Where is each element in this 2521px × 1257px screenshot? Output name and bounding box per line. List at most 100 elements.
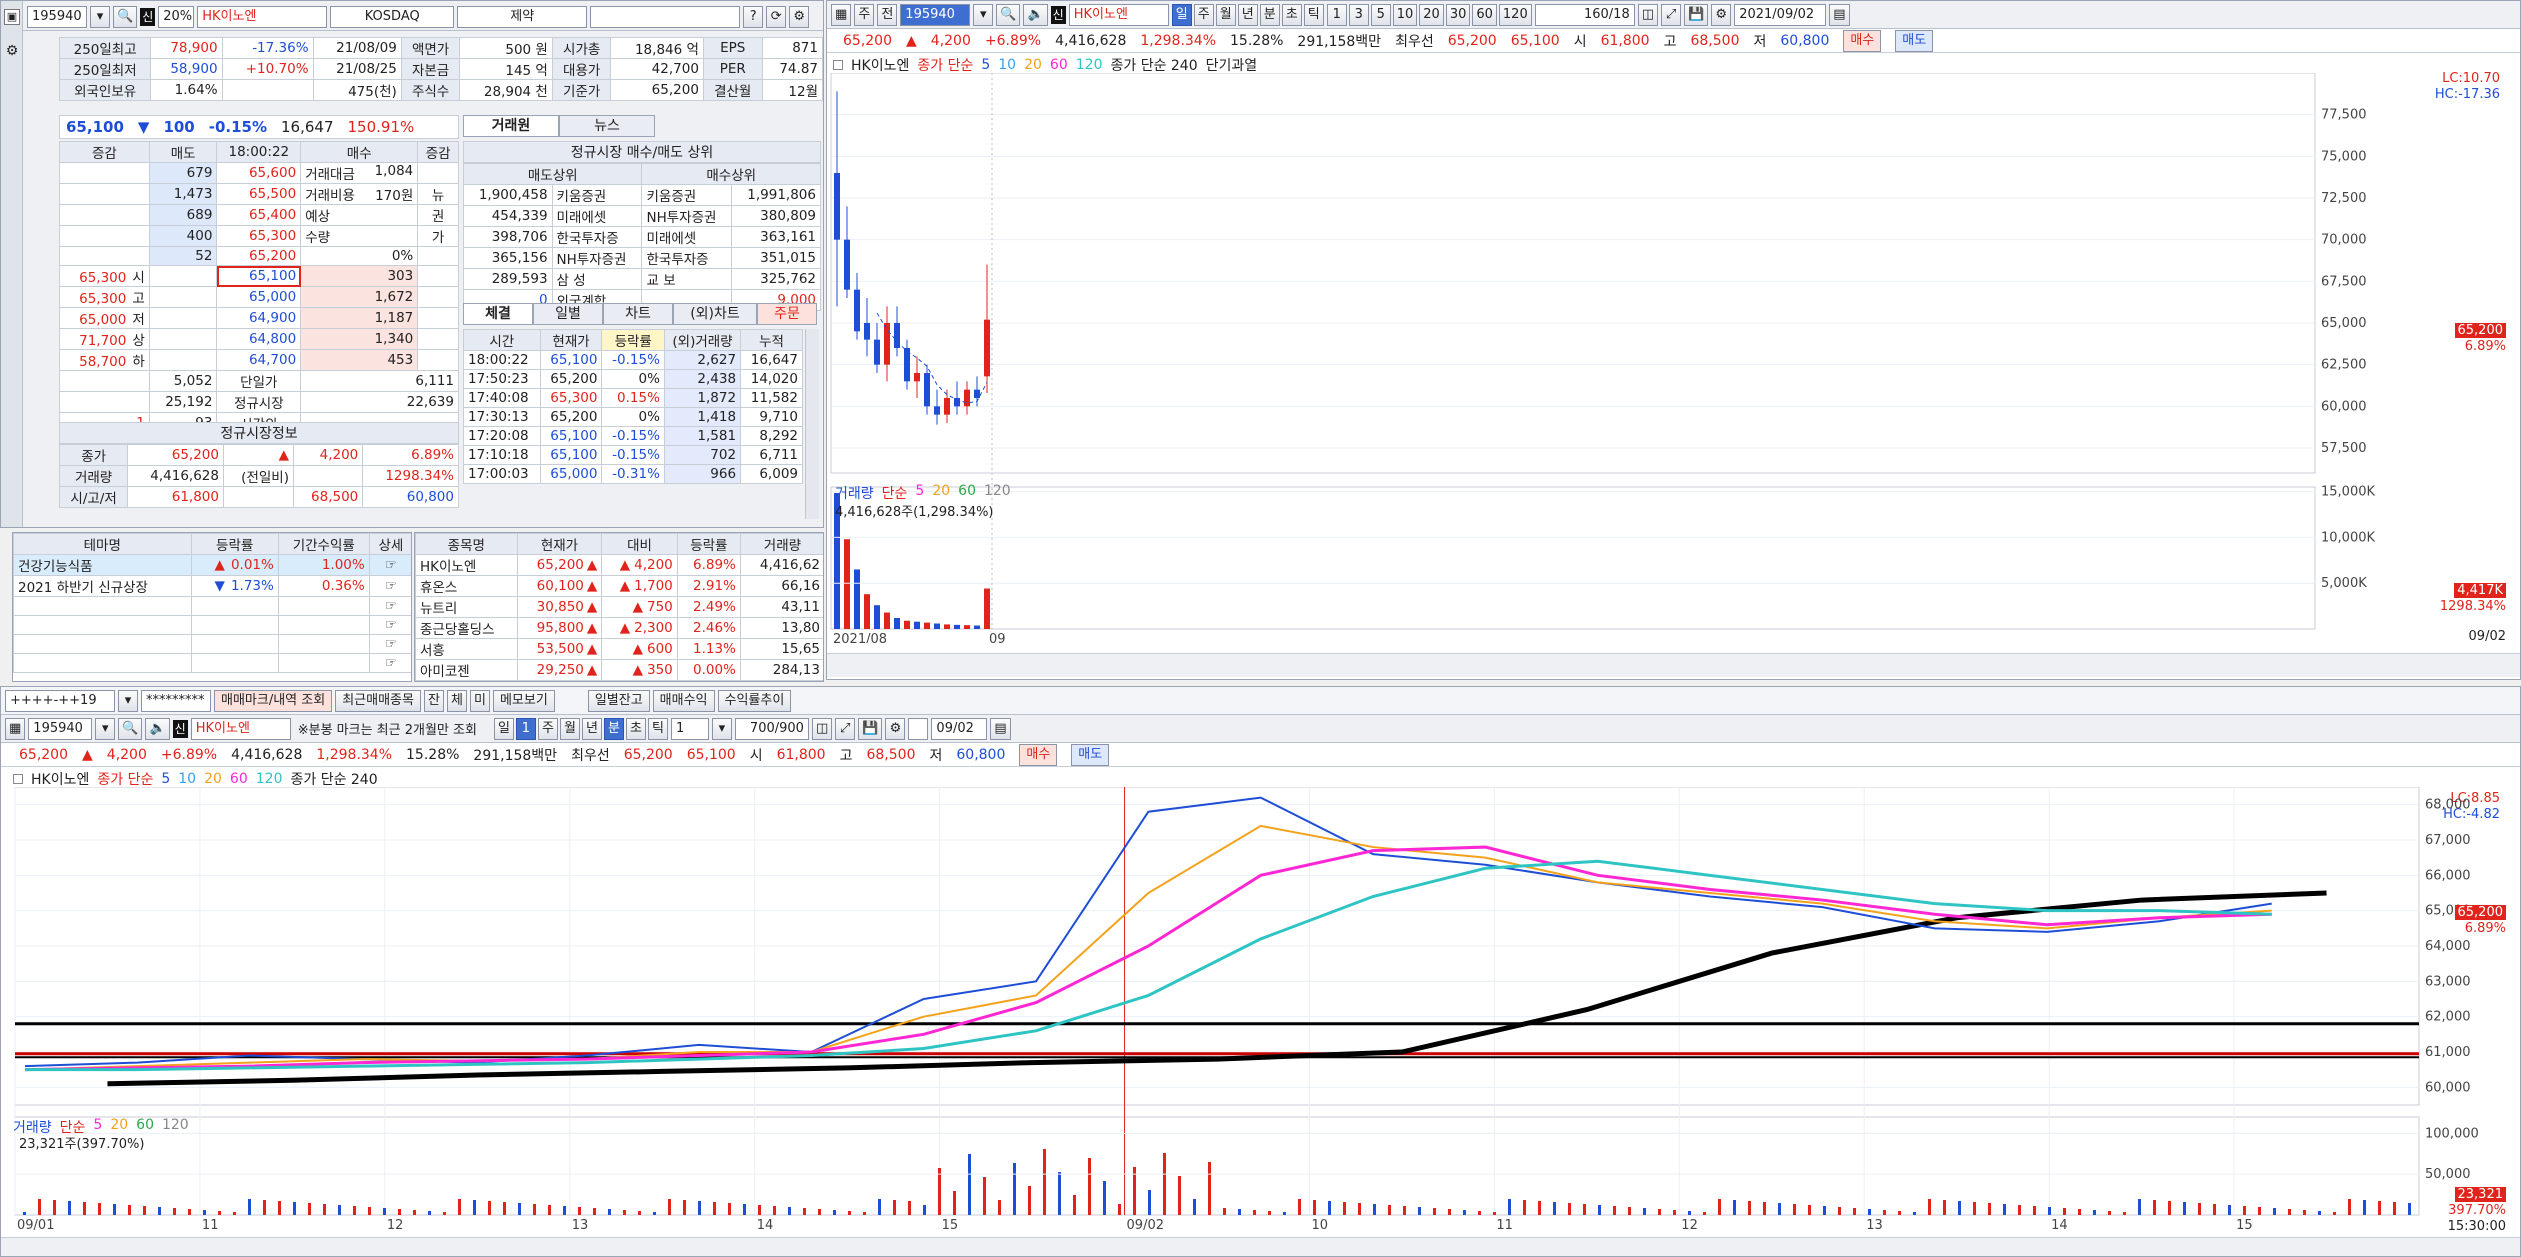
period-button[interactable]: 틱 — [1303, 3, 1324, 26]
period-button[interactable]: 틱 — [647, 717, 668, 740]
tab-trades[interactable]: 체결 — [463, 303, 533, 325]
period-button[interactable]: 년 — [581, 717, 602, 740]
calendar-icon[interactable]: ▤ — [990, 717, 1011, 740]
detail-icon[interactable]: ☞ — [385, 557, 397, 573]
save-icon[interactable]: 💾 — [1684, 3, 1709, 26]
settings-icon[interactable]: ⚙ — [789, 5, 810, 28]
settings-icon[interactable]: ⚙ — [1711, 3, 1732, 26]
period-button[interactable]: 월 — [559, 717, 580, 740]
ticks-scrollbar[interactable] — [805, 329, 819, 519]
period-button[interactable]: 일 — [493, 717, 514, 740]
daily-stock-name[interactable]: HK이노엔 — [1068, 3, 1169, 26]
calendar-icon[interactable]: ▤ — [1829, 3, 1850, 26]
bid-price[interactable]: 64,900 — [216, 307, 302, 329]
date-checkbox[interactable] — [908, 717, 929, 740]
sell-button[interactable]: 매도 — [1071, 743, 1110, 766]
balance-button[interactable]: 잔 — [423, 689, 444, 712]
tab-broker[interactable]: 거래원 — [463, 115, 559, 137]
dropdown-icon[interactable]: ▾ — [95, 717, 116, 740]
theme-name[interactable] — [13, 653, 192, 673]
ask-price[interactable]: 65,400 — [216, 204, 302, 226]
refresh-icon[interactable]: ⟳ — [766, 5, 787, 28]
theme-detail-button[interactable]: ☞ — [368, 575, 411, 597]
theme-detail-button[interactable]: ☞ — [368, 653, 411, 673]
gear-icon[interactable]: ⚙ — [4, 43, 20, 59]
speaker-icon[interactable]: 🔈 — [1023, 3, 1048, 26]
daily-scrollbar[interactable] — [827, 653, 2520, 677]
chart-menu-icon[interactable]: ▦ — [831, 3, 852, 26]
detail-icon[interactable]: ☞ — [385, 655, 397, 671]
stock-name-cell[interactable]: 휴온스 — [415, 575, 518, 597]
intraday-code-input[interactable]: 195940 — [28, 717, 93, 740]
toolbar-icon-a[interactable]: ◫ — [811, 717, 833, 740]
period-button[interactable]: 초 — [625, 717, 646, 740]
buy-button[interactable]: 매수 — [1019, 743, 1058, 766]
bid-price[interactable]: 65,100 — [216, 265, 302, 287]
theme-detail-button[interactable]: ☞ — [368, 615, 411, 635]
tab-chart[interactable]: 차트 — [603, 303, 673, 325]
bid-price[interactable]: 65,000 — [216, 286, 302, 308]
account-dropdown-icon[interactable]: ▾ — [118, 689, 138, 712]
period-button[interactable]: 주 — [537, 717, 558, 740]
period-select[interactable]: 주 — [854, 3, 875, 26]
dropdown-icon[interactable]: ▾ — [973, 3, 994, 26]
stock-name-cell[interactable]: 종근당홀딩스 — [415, 617, 518, 639]
toolbar-icon-b[interactable]: ⤢ — [835, 717, 856, 740]
tick-count[interactable]: 1 — [670, 717, 709, 740]
buy-button[interactable]: 매수 — [1843, 29, 1882, 52]
ask-price[interactable]: 65,600 — [216, 162, 302, 184]
period-button[interactable]: 3 — [1348, 3, 1369, 26]
range-select[interactable]: 전 — [877, 3, 898, 26]
theme-detail-button[interactable]: ☞ — [368, 554, 411, 576]
account-input[interactable]: ++++-++19 — [5, 689, 115, 712]
intraday-stock-name[interactable]: HK이노엔 — [190, 717, 291, 740]
intraday-chart-svg[interactable]: 68,00067,00066,00065,00064,00063,00062,0… — [1, 787, 2521, 1231]
daily-chart-svg[interactable]: 77,500 75,000 72,500 70,000 67,500 65,000 62,5… — [827, 73, 2521, 643]
save-icon[interactable]: 💾 — [858, 717, 883, 740]
password-input[interactable]: ********* — [141, 689, 211, 712]
period-button[interactable]: 10 — [1392, 3, 1418, 26]
memo-button[interactable]: 메모보기 — [492, 689, 555, 712]
daily-date[interactable]: 2021/09/02 — [1734, 3, 1827, 26]
period-button[interactable]: 60 — [1472, 3, 1497, 26]
recent-trades-button[interactable]: 최근매매종목 — [335, 689, 421, 712]
theme-name[interactable] — [13, 615, 192, 635]
detail-icon[interactable]: ☞ — [385, 617, 397, 633]
period-button[interactable]: 분 — [1259, 3, 1280, 26]
period-button[interactable]: 초 — [1281, 3, 1302, 26]
period-button[interactable]: 5 — [1370, 3, 1391, 26]
stock-name[interactable]: HK이노엔 — [197, 5, 328, 28]
search-icon[interactable]: 🔍 — [996, 3, 1021, 26]
unfilled-button[interactable]: 미 — [469, 689, 490, 712]
stock-name-cell[interactable]: HK이노엔 — [415, 554, 518, 576]
pin-icon[interactable]: ▣ — [4, 9, 20, 25]
tab-news[interactable]: 뉴스 — [559, 115, 655, 137]
theme-name[interactable] — [13, 596, 192, 616]
search-icon[interactable]: 🔍 — [118, 717, 143, 740]
daily-balance-button[interactable]: 일별잔고 — [587, 689, 650, 712]
filled-button[interactable]: 체 — [446, 689, 467, 712]
intraday-scrollbar[interactable] — [1, 1237, 2520, 1256]
stock-name-cell[interactable]: 뉴트리 — [415, 596, 518, 618]
help-icon[interactable]: ? — [743, 5, 764, 28]
period-button[interactable]: 1 — [515, 717, 536, 740]
period-button[interactable]: 1 — [1326, 3, 1347, 26]
detail-icon[interactable]: ☞ — [385, 598, 397, 614]
theme-name[interactable]: 2021 하반기 신규상장 — [13, 575, 192, 597]
theme-name[interactable] — [13, 634, 192, 654]
trade-profit-button[interactable]: 매매수익 — [652, 689, 715, 712]
bid-price[interactable]: 64,800 — [216, 328, 302, 350]
bid-price[interactable]: 64,700 — [216, 349, 302, 371]
period-button[interactable]: 20 — [1419, 3, 1444, 26]
search-icon[interactable]: 🔍 — [113, 5, 138, 28]
sell-button[interactable]: 매도 — [1895, 29, 1934, 52]
period-button[interactable]: 30 — [1445, 3, 1471, 26]
ask-price[interactable]: 65,500 — [216, 183, 302, 205]
theme-detail-button[interactable]: ☞ — [368, 596, 411, 616]
period-button[interactable]: 분 — [603, 717, 624, 740]
tick-dropdown-icon[interactable]: ▾ — [711, 717, 732, 740]
trade-mark-button[interactable]: 매매마크/내역 조회 — [214, 689, 333, 712]
return-trend-button[interactable]: 수익률추이 — [717, 689, 792, 712]
intraday-date[interactable]: 09/02 — [931, 717, 988, 740]
theme-detail-button[interactable]: ☞ — [368, 634, 411, 654]
